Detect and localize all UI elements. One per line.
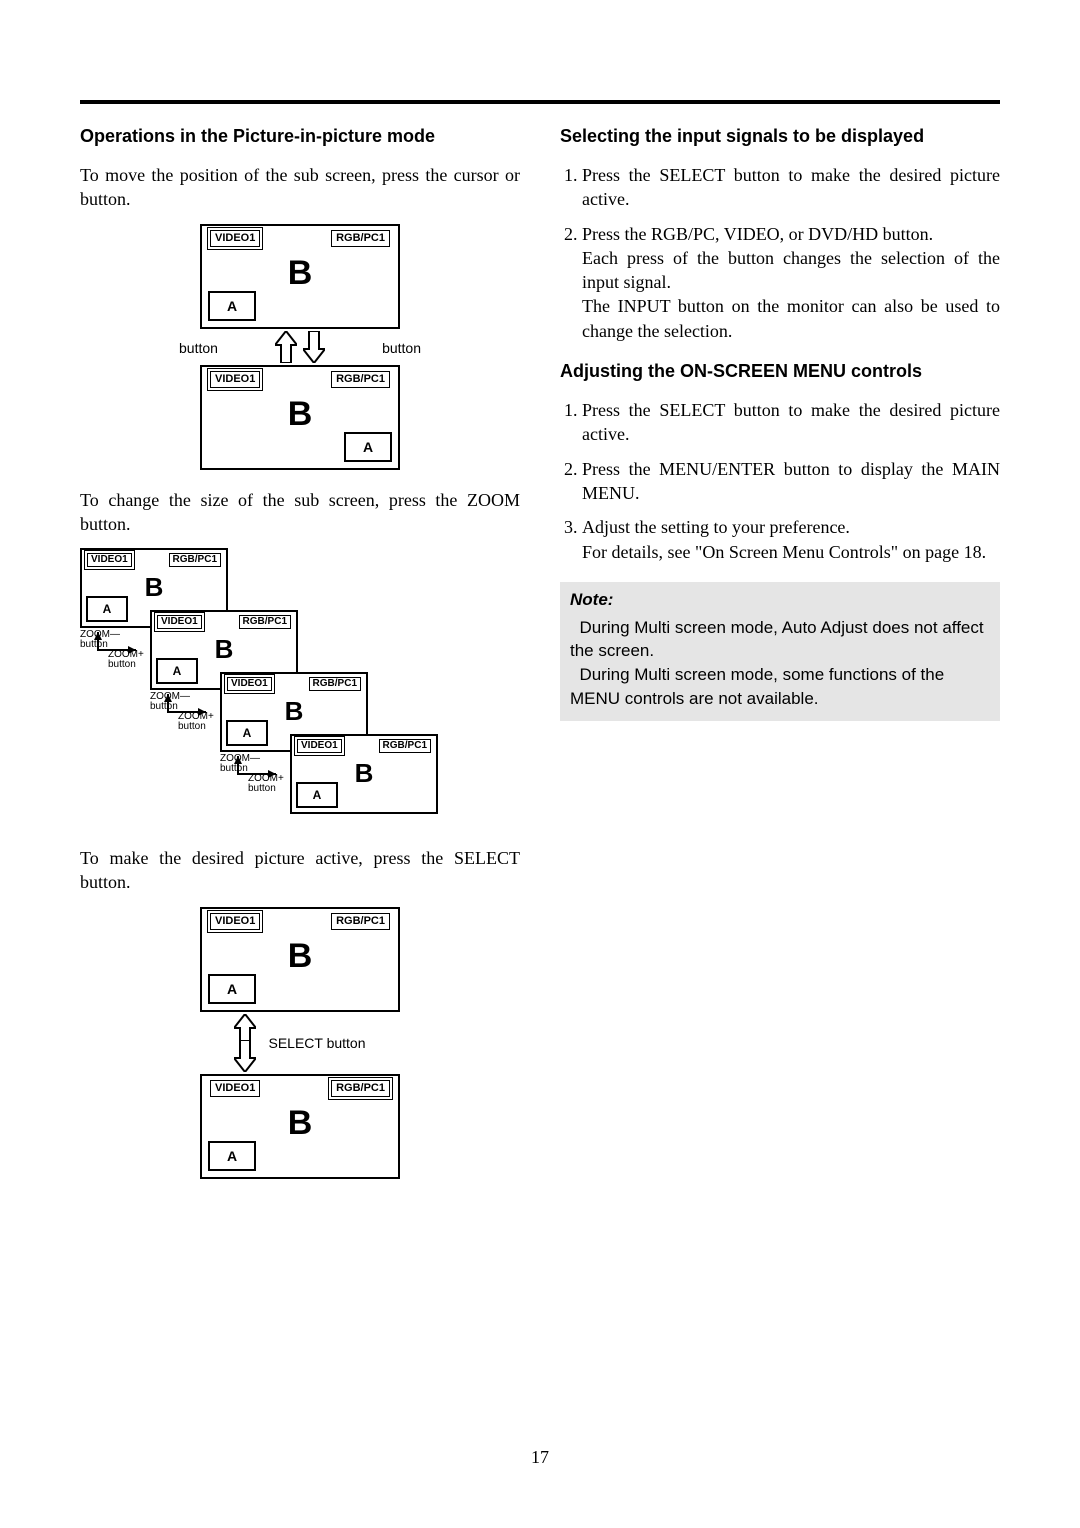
steps-osd: Press the SELECT button to make the desi…: [560, 398, 1000, 564]
step: Adjust the setting to your preference. F…: [582, 515, 1000, 564]
label-B: B: [355, 758, 374, 789]
arrow-up-icon: [275, 331, 297, 363]
figure-zoom: VIDEO1 RGB/PC1 B A VIDEO1 RGB/PC1 B A VI…: [80, 548, 520, 828]
label-B: B: [288, 395, 313, 434]
label-button: button: [220, 764, 248, 774]
tag-rgbpc1: RGB/PC1: [331, 371, 390, 388]
arrow-down-icon: [234, 1040, 256, 1072]
right-column: Selecting the input signals to be displa…: [560, 126, 1000, 721]
label-button: button: [150, 702, 178, 712]
step: Press the SELECT button to make the desi…: [582, 398, 1000, 447]
step-text: Adjust the setting to your preference.: [582, 517, 850, 537]
page: Operations in the Picture-in-picture mod…: [0, 0, 1080, 1528]
pip-panel-top: VIDEO1 RGB/PC1 B A: [200, 224, 400, 329]
tag-video1: VIDEO1: [210, 1080, 260, 1097]
select-panel-top: VIDEO1 RGB/PC1 B A: [200, 907, 400, 1012]
heading-osd: Adjusting the ON-SCREEN MENU controls: [560, 361, 1000, 382]
note-line: During Multi screen mode, Auto Adjust do…: [570, 616, 990, 664]
sub-A-box: A: [226, 720, 268, 746]
sub-A-box: A: [156, 658, 198, 684]
arrows-updown: [185, 331, 415, 363]
tag-video1: VIDEO1: [87, 553, 132, 567]
label-button: button: [248, 784, 276, 794]
label-B: B: [288, 937, 313, 976]
tag-video1: VIDEO1: [210, 371, 260, 388]
note-box: Note: During Multi screen mode, Auto Adj…: [560, 582, 1000, 721]
step-text: For details, see "On Screen Menu Control…: [582, 542, 986, 562]
label-button-left: button: [179, 340, 218, 356]
label-button: button: [178, 722, 206, 732]
steps-input: Press the SELECT button to make the desi…: [560, 163, 1000, 343]
tag-video1: VIDEO1: [297, 739, 342, 753]
figure-move: VIDEO1 RGB/PC1 B A button button VIDEO1: [80, 224, 520, 470]
pip-panel-bottom: VIDEO1 RGB/PC1 B A: [200, 365, 400, 470]
tag-rgbpc1: RGB/PC1: [309, 677, 361, 691]
top-rule: [80, 100, 1000, 104]
tag-rgbpc1: RGB/PC1: [331, 1080, 390, 1097]
step: Press the SELECT button to make the desi…: [582, 163, 1000, 212]
tag-video1: VIDEO1: [157, 615, 202, 629]
para-move: To move the position of the sub screen, …: [80, 163, 520, 212]
label-B: B: [285, 696, 304, 727]
label-select-button: SELECT button: [268, 1035, 365, 1051]
sub-A-box: A: [296, 782, 338, 808]
heading-pip: Operations in the Picture-in-picture mod…: [80, 126, 520, 147]
tag-video1: VIDEO1: [210, 230, 260, 247]
para-select: To make the desired picture active, pres…: [80, 846, 520, 895]
note-line: During Multi screen mode, some functions…: [570, 663, 990, 711]
left-column: Operations in the Picture-in-picture mod…: [80, 126, 520, 1197]
sub-A-box: A: [208, 291, 256, 321]
tag-rgbpc1: RGB/PC1: [331, 913, 390, 930]
sub-A-box: A: [344, 432, 392, 462]
label-B: B: [288, 254, 313, 293]
label-button: button: [80, 640, 108, 650]
page-number: 17: [0, 1447, 1080, 1468]
tag-video1: VIDEO1: [227, 677, 272, 691]
step: Press the MENU/ENTER button to display t…: [582, 457, 1000, 506]
label-B: B: [145, 572, 164, 603]
tag-rgbpc1: RGB/PC1: [239, 615, 291, 629]
figure-select: VIDEO1 RGB/PC1 B A SELECT button VIDEO1: [80, 907, 520, 1179]
para-zoom: To change the size of the sub screen, pr…: [80, 488, 520, 537]
columns: Operations in the Picture-in-picture mod…: [80, 126, 1000, 1197]
label-B: B: [288, 1104, 313, 1143]
label-B: B: [215, 634, 234, 665]
tag-video1: VIDEO1: [210, 913, 260, 930]
label-button-right: button: [382, 340, 421, 356]
note-title: Note:: [570, 588, 990, 612]
tag-rgbpc1: RGB/PC1: [169, 553, 221, 567]
sub-A-box: A: [208, 974, 256, 1004]
step-text: Press the RGB/PC, VIDEO, or DVD/HD butto…: [582, 224, 933, 244]
sub-A-box: A: [208, 1141, 256, 1171]
tag-rgbpc1: RGB/PC1: [379, 739, 431, 753]
heading-input: Selecting the input signals to be displa…: [560, 126, 1000, 147]
step-text: The INPUT button on the monitor can also…: [582, 296, 1000, 340]
select-panel-bottom: VIDEO1 RGB/PC1 B A: [200, 1074, 400, 1179]
step: Press the RGB/PC, VIDEO, or DVD/HD butto…: [582, 222, 1000, 343]
step-text: Each press of the button changes the sel…: [582, 248, 1000, 292]
label-button: button: [108, 660, 136, 670]
arrow-down-icon: [303, 331, 325, 363]
tag-rgbpc1: RGB/PC1: [331, 230, 390, 247]
sub-A-box: A: [86, 596, 128, 622]
